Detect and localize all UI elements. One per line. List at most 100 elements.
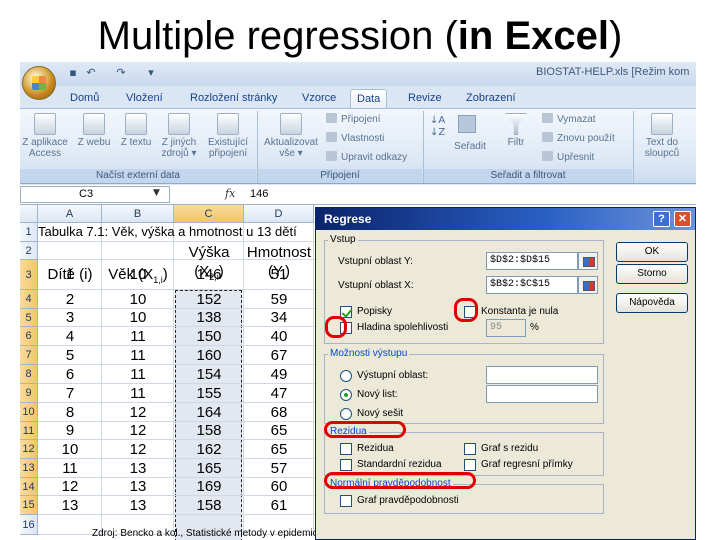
cell-age[interactable]: 12 [102,403,174,422]
cell-weight[interactable]: 47 [244,384,314,403]
cell-child[interactable]: 3 [38,309,102,327]
column-header-c[interactable]: C [174,205,244,223]
tab-page-layout[interactable]: Rozložení stránky [184,89,283,108]
sheet-title-cell[interactable]: Tabulka 7.1: Věk, výška a hmotnost u 13 … [38,224,297,239]
sort-az-icon[interactable]: ↓A ↓Z [430,115,445,139]
cell-height[interactable]: 158 [174,422,244,440]
row-header-16[interactable]: 16 [20,515,38,535]
help-icon[interactable]: ? [653,211,670,227]
undo-icon[interactable]: ↶ [84,66,98,80]
column-header-d[interactable]: D [244,205,314,223]
office-button-icon[interactable] [22,66,56,100]
input-y-range-picker-icon[interactable] [578,252,598,270]
cell-height[interactable]: 155 [174,384,244,403]
cell-weight[interactable]: 51 [244,260,314,290]
tab-data[interactable]: Data [350,89,388,108]
cell-child[interactable]: 5 [38,346,102,365]
name-box-dropdown-icon[interactable]: ▼ [153,188,160,198]
output-range-radio[interactable] [340,370,352,382]
cell-weight[interactable]: 61 [244,496,314,515]
row-header-5[interactable]: 5 [20,309,38,327]
cell-height[interactable]: 169 [174,478,244,496]
tab-insert[interactable]: Vložení [120,89,169,108]
sort-dialog-icon[interactable] [458,115,476,133]
existing-connections-button[interactable]: Existující připojení [204,113,252,159]
row-header-10[interactable]: 10 [20,403,38,422]
cell-child[interactable]: 2 [38,290,102,309]
cell-child[interactable]: 11 [38,459,102,478]
confidence-level-input[interactable]: 95 [486,319,526,337]
from-other-sources-button[interactable]: Z jiných zdrojů ▾ [156,113,202,159]
cell-weight[interactable]: 59 [244,290,314,309]
standardized-residuals-checkbox[interactable] [340,459,352,471]
cell-weight[interactable]: 40 [244,327,314,346]
cell-weight[interactable]: 65 [244,422,314,440]
cell-weight[interactable]: 68 [244,403,314,422]
cell-height[interactable]: 162 [174,440,244,459]
from-access-button[interactable]: Z aplikace Access [22,113,68,159]
from-text-button[interactable]: Z textu [116,113,156,148]
row-header-3[interactable]: 3 [20,260,38,290]
cell-age[interactable]: 10 [102,260,174,290]
tab-review[interactable]: Revize [402,89,448,108]
row-header-15[interactable]: 15 [20,496,38,515]
cell-child[interactable]: 7 [38,384,102,403]
cell-age[interactable]: 11 [102,365,174,384]
cell-weight[interactable]: 60 [244,478,314,496]
cell-height[interactable]: 154 [174,365,244,384]
refresh-all-button[interactable]: Aktualizovat vše ▾ [262,113,320,159]
row-header-14[interactable]: 14 [20,478,38,496]
new-sheet-input[interactable] [486,385,598,403]
cell-height[interactable]: 158 [174,496,244,515]
row-header-4[interactable]: 4 [20,290,38,309]
cell-age[interactable]: 12 [102,440,174,459]
source-note-cell[interactable]: Zdroj: Bencko a kol., Statistické metody… [92,528,344,539]
tab-view[interactable]: Zobrazení [460,89,522,108]
cancel-button[interactable]: Storno [616,264,688,284]
row-header-2[interactable]: 2 [20,242,38,260]
redo-icon[interactable]: ↷ [114,66,128,80]
help-button[interactable]: Nápověda [616,293,688,313]
cell-child[interactable]: 4 [38,327,102,346]
cell-weight[interactable]: 49 [244,365,314,384]
column-header-a[interactable]: A [38,205,102,223]
cell-age[interactable]: 11 [102,327,174,346]
cell-height[interactable]: 152 [174,290,244,309]
cell-weight[interactable]: 34 [244,309,314,327]
insert-function-icon[interactable]: fx [225,187,235,200]
cell-height[interactable]: 164 [174,403,244,422]
connections-button[interactable]: Připojení [326,113,380,126]
input-y-field[interactable]: $D$2:$D$15 [486,252,578,270]
residual-plots-checkbox[interactable] [464,443,476,455]
cell-age[interactable]: 10 [102,309,174,327]
select-all-corner[interactable] [20,205,38,223]
ok-button[interactable]: OK [616,242,688,262]
cell-age[interactable]: 13 [102,478,174,496]
properties-button[interactable]: Vlastnosti [326,132,384,145]
cell-child[interactable]: 9 [38,422,102,440]
tab-formulas[interactable]: Vzorce [296,89,342,108]
cell-age[interactable]: 12 [102,422,174,440]
text-to-columns-button[interactable]: Text do sloupců [638,113,686,159]
row-header-1[interactable]: 1 [20,223,38,242]
cell-height[interactable]: 165 [174,459,244,478]
input-x-range-picker-icon[interactable] [578,276,598,294]
cell-height[interactable]: 146 [174,260,244,290]
column-header-b[interactable]: B [102,205,174,223]
cell-weight[interactable]: 65 [244,440,314,459]
cell-height[interactable]: 138 [174,309,244,327]
close-icon[interactable]: ✕ [674,211,691,227]
row-header-13[interactable]: 13 [20,459,38,478]
new-workbook-radio[interactable] [340,408,352,420]
cell-child[interactable]: 6 [38,365,102,384]
row-header-7[interactable]: 7 [20,346,38,365]
residuals-checkbox[interactable] [340,443,352,455]
clear-button[interactable]: Vymazat [542,113,596,126]
cell-weight[interactable]: 57 [244,459,314,478]
cell-height[interactable]: 150 [174,327,244,346]
cell-age[interactable]: 11 [102,346,174,365]
name-box[interactable]: C3 [20,186,170,203]
input-x-field[interactable]: $B$2:$C$15 [486,276,578,294]
new-sheet-radio[interactable] [340,389,352,401]
tab-home[interactable]: Domů [64,89,105,108]
